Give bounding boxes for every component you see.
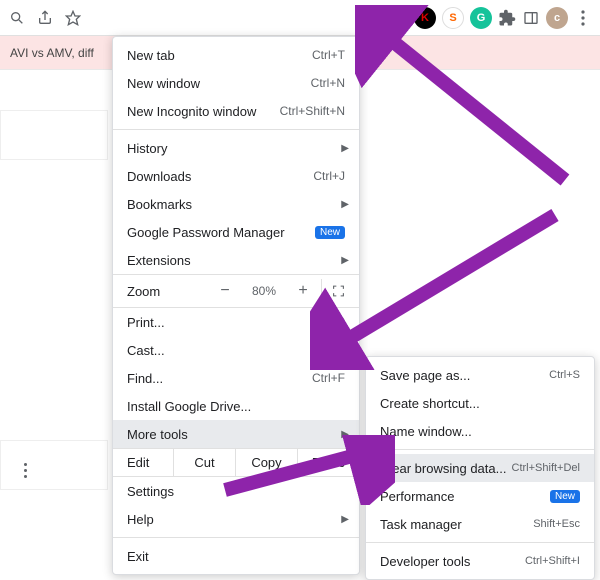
menu-find[interactable]: Find...Ctrl+F xyxy=(113,364,359,392)
tab-title[interactable]: AVI vs AMV, diff xyxy=(10,46,94,60)
menu-install-drive[interactable]: Install Google Drive... xyxy=(113,392,359,420)
menu-edit-row: Edit Cut Copy Paste xyxy=(113,448,359,477)
menu-print[interactable]: Print...Ctrl+P xyxy=(113,308,359,336)
menu-more-tools[interactable]: More tools▶ xyxy=(113,420,359,448)
bg-panel xyxy=(0,110,108,160)
menu-new-incognito[interactable]: New Incognito windowCtrl+Shift+N xyxy=(113,97,359,125)
menu-passwords[interactable]: Google Password ManagerNew xyxy=(113,218,359,246)
profile-avatar[interactable]: c xyxy=(546,7,568,29)
menu-new-window[interactable]: New windowCtrl+N xyxy=(113,69,359,97)
zoom-value: 80% xyxy=(247,284,281,298)
menu-new-tab[interactable]: New tabCtrl+T xyxy=(113,41,359,69)
cut-button[interactable]: Cut xyxy=(173,449,235,476)
submenu-name-window[interactable]: Name window... xyxy=(366,417,594,445)
chevron-right-icon: ▶ xyxy=(341,514,349,525)
paste-button[interactable]: Paste xyxy=(297,449,359,476)
menu-dots-icon[interactable] xyxy=(574,9,592,27)
zoom-lens-icon[interactable] xyxy=(8,9,26,27)
menu-exit[interactable]: Exit xyxy=(113,542,359,570)
chevron-right-icon: ▶ xyxy=(341,429,349,440)
chevron-right-icon: ▶ xyxy=(341,199,349,210)
zoom-label: Zoom xyxy=(127,284,215,299)
menu-history[interactable]: History▶ xyxy=(113,134,359,162)
more-tools-submenu: Save page as...Ctrl+S Create shortcut...… xyxy=(365,356,595,580)
submenu-performance[interactable]: PerformanceNew xyxy=(366,482,594,510)
overflow-dots-icon[interactable] xyxy=(20,455,30,485)
submenu-create-shortcut[interactable]: Create shortcut... xyxy=(366,389,594,417)
side-panel-icon[interactable] xyxy=(522,9,540,27)
menu-extensions[interactable]: Extensions▶ xyxy=(113,246,359,274)
menu-help[interactable]: Help▶ xyxy=(113,505,359,533)
zoom-in-button[interactable]: + xyxy=(293,282,313,300)
menu-bookmarks[interactable]: Bookmarks▶ xyxy=(113,190,359,218)
submenu-save-as[interactable]: Save page as...Ctrl+S xyxy=(366,361,594,389)
extensions-puzzle-icon[interactable] xyxy=(498,9,516,27)
submenu-clear-browsing-data[interactable]: Clear browsing data...Ctrl+Shift+Del xyxy=(366,454,594,482)
zoom-out-button[interactable]: − xyxy=(215,282,235,300)
chevron-right-icon: ▶ xyxy=(341,143,349,154)
new-badge: New xyxy=(550,490,580,503)
chrome-main-menu: New tabCtrl+T New windowCtrl+N New Incog… xyxy=(112,36,360,575)
fullscreen-icon[interactable] xyxy=(321,279,345,303)
edit-label: Edit xyxy=(113,449,173,476)
menu-settings[interactable]: Settings xyxy=(113,477,359,505)
bg-panel xyxy=(0,440,108,490)
submenu-developer-tools[interactable]: Developer toolsCtrl+Shift+I xyxy=(366,547,594,575)
browser-toolbar: a K S G c xyxy=(0,0,600,36)
amazon-ext-icon[interactable]: a xyxy=(386,7,408,29)
grammarly-ext-icon[interactable]: G xyxy=(470,7,492,29)
menu-cast[interactable]: Cast... xyxy=(113,336,359,364)
submenu-task-manager[interactable]: Task managerShift+Esc xyxy=(366,510,594,538)
s-ext-icon[interactable]: S xyxy=(442,7,464,29)
chevron-right-icon: ▶ xyxy=(341,255,349,266)
copy-button[interactable]: Copy xyxy=(235,449,297,476)
menu-zoom-row: Zoom − 80% + xyxy=(113,274,359,308)
k-ext-icon[interactable]: K xyxy=(414,7,436,29)
new-badge: New xyxy=(315,226,345,239)
bookmark-star-icon[interactable] xyxy=(64,9,82,27)
menu-downloads[interactable]: DownloadsCtrl+J xyxy=(113,162,359,190)
share-icon[interactable] xyxy=(36,9,54,27)
